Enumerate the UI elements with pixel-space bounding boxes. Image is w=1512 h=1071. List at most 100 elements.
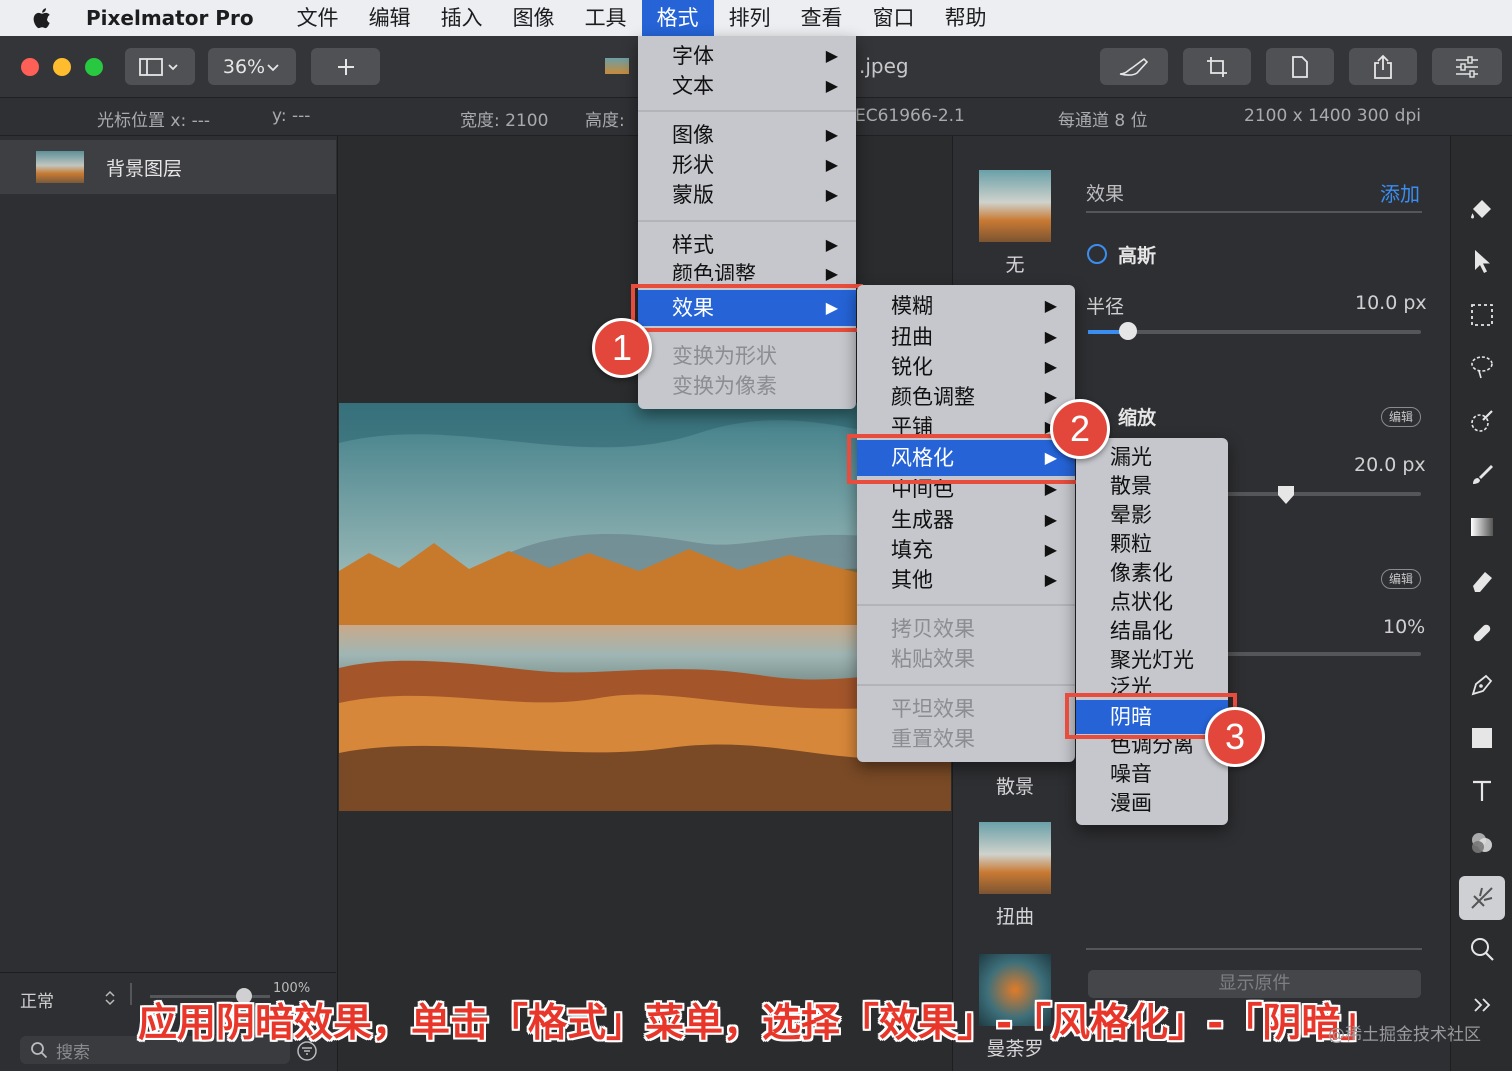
menu-item-distort[interactable]: 扭曲 ▶: [857, 322, 1075, 352]
retouch-tool[interactable]: [1465, 616, 1499, 650]
color-adjust-tool[interactable]: [1465, 826, 1499, 860]
menu-separator: [857, 684, 1075, 686]
apple-icon[interactable]: [30, 4, 56, 32]
sidebar-toggle-button[interactable]: [125, 48, 195, 85]
magnifier-icon: [1471, 938, 1494, 961]
adjustments-button[interactable]: [1432, 48, 1502, 85]
menu-item-style[interactable]: 样式 ▶: [638, 230, 856, 260]
menu-view[interactable]: 查看: [786, 0, 858, 36]
effect-enable-checkbox[interactable]: [1087, 244, 1107, 264]
menu-item-vignette[interactable]: 晕影: [1076, 500, 1228, 530]
menu-item-copy-effects[interactable]: 拷贝效果: [857, 614, 1075, 644]
zoom-effect-title[interactable]: 缩放: [1118, 403, 1156, 430]
format-button[interactable]: [1266, 48, 1334, 85]
shape-tool[interactable]: [1465, 721, 1499, 755]
menu-item-mask[interactable]: 蒙版 ▶: [638, 180, 856, 210]
effect-slider[interactable]: [1223, 492, 1421, 496]
menu-image[interactable]: 图像: [498, 0, 570, 36]
menu-item-text[interactable]: 文本 ▶: [638, 71, 856, 101]
menu-item-grain[interactable]: 颗粒: [1076, 529, 1228, 559]
crop-button[interactable]: [1183, 48, 1251, 85]
gradient-icon: [1471, 518, 1493, 536]
magic-select-tool[interactable]: [1465, 404, 1499, 438]
zoom-tool[interactable]: [1465, 932, 1499, 966]
menu-tools[interactable]: 工具: [570, 0, 642, 36]
menu-item-label: 平铺: [891, 415, 933, 434]
menu-item-sharpen[interactable]: 锐化 ▶: [857, 352, 1075, 382]
gradient-tool[interactable]: [1465, 510, 1499, 544]
selection-arrow-tool[interactable]: [1465, 244, 1499, 278]
menu-item-shape[interactable]: 形状 ▶: [638, 150, 856, 180]
menu-item-crystallize[interactable]: 结晶化: [1076, 616, 1228, 646]
menu-file[interactable]: 文件: [282, 0, 354, 36]
menu-item-tile[interactable]: 平铺▶: [857, 412, 1075, 434]
menu-item-bloom[interactable]: 泛光: [1076, 674, 1228, 694]
menu-item-noise[interactable]: 噪音: [1076, 759, 1228, 789]
search-icon: [31, 1042, 48, 1059]
menu-edit[interactable]: 编辑: [354, 0, 426, 36]
type-tool[interactable]: [1465, 774, 1499, 808]
menu-item-label: 像素化: [1110, 561, 1173, 585]
menu-item-label: 泛光: [1110, 675, 1152, 694]
menu-item-fill[interactable]: 填充 ▶: [857, 535, 1075, 565]
menu-item-color-adjust[interactable]: 颜色调整 ▶: [638, 259, 856, 281]
lasso-tool[interactable]: [1465, 350, 1499, 384]
effect-thumb-distort[interactable]: [979, 822, 1051, 894]
effect-thumb-none[interactable]: [979, 170, 1051, 242]
menu-format[interactable]: 格式: [641, 0, 714, 36]
menu-item-label: 生成器: [891, 508, 954, 532]
edit-button[interactable]: 编辑: [1381, 569, 1421, 589]
menu-help[interactable]: 帮助: [930, 0, 1002, 36]
menu-item-label: 噪音: [1110, 762, 1152, 786]
pen-tool[interactable]: [1465, 668, 1499, 702]
menu-item-label: 字体: [672, 44, 714, 68]
arrange-tool[interactable]: [1465, 191, 1499, 225]
add-button[interactable]: [311, 48, 380, 85]
menu-item-comic[interactable]: 漫画: [1076, 788, 1228, 818]
gaussian-effect-title[interactable]: 高斯: [1118, 241, 1156, 268]
slider-knob[interactable]: [1277, 485, 1295, 505]
menu-item-font[interactable]: 字体 ▶: [638, 41, 856, 71]
radius-slider[interactable]: [1088, 330, 1421, 334]
triangle-right-icon: ▶: [825, 76, 838, 95]
menu-insert[interactable]: 插入: [426, 0, 498, 36]
brush-tool-button[interactable]: [1100, 48, 1168, 85]
zoom-select[interactable]: 36%: [208, 48, 296, 85]
effects-submenu: 模糊▶ 扭曲▶ 锐化▶ 颜色调整▶ 平铺▶ 风格化▶ 中间色▶ 生成器▶ 填充▶…: [857, 285, 1075, 762]
menu-item-blur[interactable]: 模糊 ▶: [857, 291, 1075, 321]
cursor-x-readout: 光标位置 x: ---: [97, 111, 210, 131]
menu-window[interactable]: 窗口: [858, 0, 930, 36]
menu-item-label: 蒙版: [672, 183, 714, 207]
menu-item-flatten-effects[interactable]: 平坦效果: [857, 694, 1075, 724]
menu-item-image[interactable]: 图像 ▶: [638, 120, 856, 150]
menu-item-convert-to-shape[interactable]: 变换为形状: [638, 341, 856, 371]
menu-item-color-adjust[interactable]: 颜色调整 ▶: [857, 382, 1075, 412]
menu-item-pointillize[interactable]: 点状化: [1076, 587, 1228, 617]
paint-tool[interactable]: [1465, 458, 1499, 492]
menu-arrange[interactable]: 排列: [714, 0, 786, 36]
share-button[interactable]: [1349, 48, 1417, 85]
minimize-window-button[interactable]: [53, 58, 71, 76]
edit-button[interactable]: 编辑: [1381, 407, 1421, 427]
menu-item-generator[interactable]: 生成器 ▶: [857, 505, 1075, 535]
rect-select-tool[interactable]: [1465, 298, 1499, 332]
blend-mode-select[interactable]: 正常: [20, 987, 54, 1012]
app-name-menu[interactable]: Pixelmator Pro: [86, 6, 254, 30]
menu-item-convert-to-pixels[interactable]: 变换为像素: [638, 371, 856, 401]
effects-tool[interactable]: [1459, 876, 1505, 920]
close-window-button[interactable]: [21, 58, 39, 76]
menu-item-other[interactable]: 其他 ▶: [857, 565, 1075, 595]
effect-slider[interactable]: [1223, 652, 1421, 656]
layer-row[interactable]: 背景图层: [0, 140, 336, 194]
menu-item-paste-effects[interactable]: 粘贴效果: [857, 644, 1075, 674]
add-effect-link[interactable]: 添加: [1380, 178, 1420, 207]
menu-item-spotlight[interactable]: 聚光灯光: [1076, 645, 1228, 675]
zoom-window-button[interactable]: [85, 58, 103, 76]
more-tools-button[interactable]: [1465, 988, 1499, 1022]
radius-value: 10.0 px: [1355, 292, 1427, 314]
erase-tool[interactable]: [1465, 564, 1499, 598]
menu-item-bokeh[interactable]: 散景: [1076, 471, 1228, 501]
menu-item-reset-effects[interactable]: 重置效果: [857, 724, 1075, 754]
menu-item-pixelate[interactable]: 像素化: [1076, 558, 1228, 588]
radius-slider-knob[interactable]: [1119, 322, 1137, 340]
